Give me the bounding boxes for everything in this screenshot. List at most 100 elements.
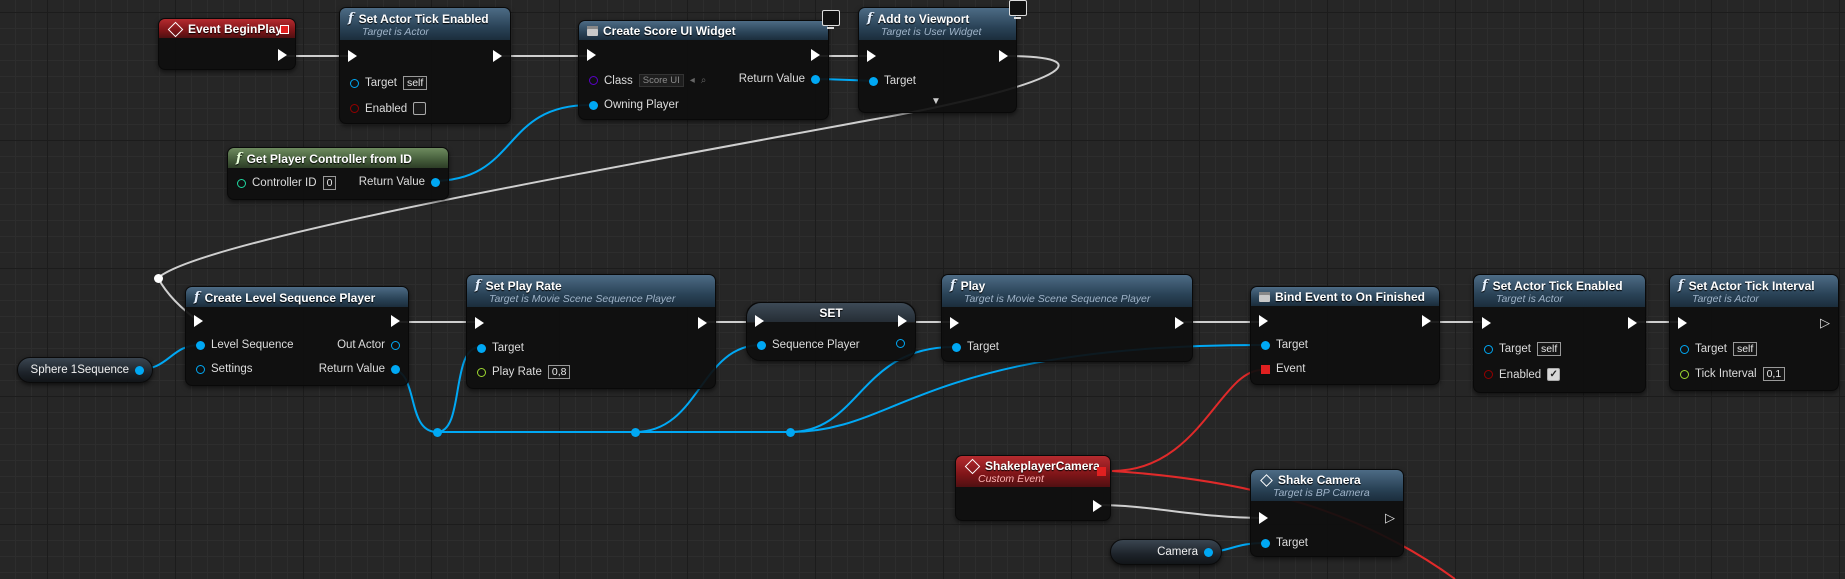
enabled-pin[interactable] — [350, 104, 359, 113]
target-pin[interactable] — [869, 76, 878, 86]
owning-player-pin[interactable] — [589, 100, 598, 110]
get-player-controller-node[interactable]: f Get Player Controller from ID Controlle… — [227, 147, 449, 200]
event-begin-play-node[interactable]: Event BeginPlay — [158, 18, 296, 70]
node-title: Create Level Sequence Player — [204, 290, 376, 305]
reroute-knot[interactable] — [631, 428, 640, 437]
exec-out-pin[interactable] — [1093, 500, 1102, 512]
variable-label: Camera — [1157, 546, 1198, 558]
exec-out-pin[interactable] — [278, 49, 287, 61]
target-value[interactable]: self — [1536, 342, 1562, 356]
shake-player-camera-event-node[interactable]: ShakeplayerCamera Custom Event — [955, 455, 1111, 521]
sequence-player-pin[interactable] — [757, 340, 766, 350]
exec-out-pin[interactable] — [698, 317, 707, 329]
add-to-viewport-node[interactable]: f Add to Viewport Target is User Widget T… — [858, 7, 1017, 113]
node-title: Create Score UI Widget — [603, 24, 736, 38]
class-dropdown[interactable]: Score UI — [638, 74, 684, 87]
set-actor-tick-interval-node[interactable]: f Set Actor Tick Interval Target is Actor… — [1669, 274, 1839, 391]
event-delegate-pin[interactable] — [1261, 364, 1270, 374]
exec-in-pin[interactable] — [1259, 315, 1268, 327]
settings-pin[interactable] — [196, 364, 205, 374]
reroute-knot[interactable] — [154, 274, 163, 283]
controller-id-value[interactable]: 0 — [322, 176, 337, 190]
exec-in-pin[interactable] — [867, 50, 876, 62]
play-rate-value[interactable]: 0,8 — [547, 365, 571, 379]
browse-search-icon[interactable]: ⌕ — [701, 75, 707, 86]
bind-event-on-finished-node[interactable]: Bind Event to On Finished Target Event — [1250, 286, 1440, 385]
use-selected-arrow-icon[interactable]: ◂ — [690, 75, 695, 86]
exec-in-pin[interactable] — [587, 49, 596, 61]
play-rate-pin[interactable] — [477, 367, 486, 377]
target-value[interactable]: self — [1732, 342, 1758, 356]
exec-in-pin[interactable] — [1678, 317, 1687, 329]
exec-in-pin[interactable] — [1482, 317, 1491, 329]
exec-out-pin[interactable]: ▷ — [1385, 510, 1395, 526]
exec-out-pin[interactable] — [1422, 315, 1431, 327]
exec-in-pin[interactable] — [194, 315, 203, 327]
sequence-player-out-pin[interactable] — [896, 339, 905, 348]
exec-out-pin[interactable] — [1175, 317, 1184, 329]
target-pin[interactable] — [350, 78, 359, 88]
target-pin[interactable] — [952, 342, 961, 352]
out-actor-pin[interactable] — [391, 340, 400, 350]
set-actor-tick-enabled-node[interactable]: f Set Actor Tick Enabled Target is Actor … — [1473, 274, 1646, 393]
enabled-pin[interactable] — [1484, 370, 1493, 379]
set-variable-node[interactable]: SET Sequence Player — [746, 302, 916, 361]
set-play-rate-node[interactable]: f Set Play Rate Target is Movie Scene Seq… — [466, 274, 716, 389]
shake-camera-node[interactable]: Shake Camera Target is BP Camera ▷ Targe… — [1250, 469, 1404, 557]
tick-interval-pin[interactable] — [1680, 369, 1689, 379]
return-value-pin[interactable] — [431, 177, 440, 187]
level-sequence-pin[interactable] — [196, 340, 205, 350]
exec-in-pin[interactable] — [950, 317, 959, 329]
exec-out-pin[interactable] — [493, 50, 502, 62]
tick-interval-value[interactable]: 0,1 — [1762, 367, 1786, 381]
class-pin[interactable] — [589, 76, 598, 85]
target-label: Target — [1276, 537, 1308, 549]
target-label: Target — [884, 75, 916, 87]
target-pin[interactable] — [1484, 344, 1493, 354]
enabled-checkbox[interactable] — [1547, 368, 1561, 381]
set-actor-tick-enabled-node[interactable]: f Set Actor Tick Enabled Target is Actor … — [339, 7, 511, 124]
node-title: Set Actor Tick Enabled — [358, 11, 489, 26]
reroute-knot[interactable] — [786, 428, 795, 437]
target-pin[interactable] — [1261, 340, 1270, 350]
monitor-icon — [822, 10, 840, 29]
node-subtitle: Target is Movie Scene Sequence Player — [964, 293, 1151, 305]
function-f-icon: f — [1482, 278, 1488, 293]
exec-out-pin[interactable] — [999, 50, 1008, 62]
target-label: Target — [365, 77, 397, 89]
exec-out-pin[interactable] — [391, 315, 400, 327]
return-value-label: Return Value — [738, 73, 805, 85]
enabled-checkbox[interactable] — [413, 102, 427, 115]
exec-in-pin[interactable] — [475, 317, 484, 329]
return-value-pin[interactable] — [391, 364, 400, 374]
exec-in-pin[interactable] — [348, 50, 357, 62]
exec-in-pin[interactable] — [1259, 512, 1268, 524]
create-widget-node[interactable]: Create Score UI Widget Class Score UI ◂ ⌕ R… — [578, 20, 829, 120]
exec-out-pin[interactable] — [811, 49, 820, 61]
delegate-output-pin[interactable] — [280, 25, 289, 34]
variable-output-pin[interactable] — [1204, 547, 1213, 557]
target-pin[interactable] — [477, 343, 486, 353]
target-pin[interactable] — [1680, 344, 1689, 354]
sphere-sequence-variable-node[interactable]: Sphere 1Sequence — [17, 357, 153, 383]
event-diamond-icon — [964, 458, 981, 474]
reroute-knot[interactable] — [433, 428, 442, 437]
target-label: Target — [1695, 343, 1727, 355]
variable-output-pin[interactable] — [135, 365, 144, 375]
exec-in-pin[interactable] — [755, 315, 764, 327]
play-node[interactable]: f Play Target is Movie Scene Sequence Pla… — [941, 274, 1193, 362]
camera-variable-node[interactable]: Camera — [1110, 539, 1222, 565]
node-header: f Set Actor Tick Interval Target is Actor — [1670, 275, 1838, 307]
exec-out-pin[interactable] — [1628, 317, 1637, 329]
target-pin[interactable] — [1261, 538, 1270, 548]
return-value-pin[interactable] — [811, 74, 820, 84]
node-title: Set Actor Tick Interval — [1688, 278, 1815, 293]
exec-out-pin[interactable] — [898, 315, 907, 327]
delegate-output-pin[interactable] — [1097, 467, 1106, 476]
node-title: Play — [960, 278, 986, 293]
blueprint-graph[interactable]: Event BeginPlay f Set Actor Tick Enabled … — [0, 0, 1845, 579]
create-level-sequence-player-node[interactable]: f Create Level Sequence Player Level Sequ… — [185, 286, 409, 386]
target-value[interactable]: self — [402, 76, 428, 90]
controller-id-pin[interactable] — [237, 178, 246, 188]
advanced-display-chevron-icon[interactable]: ▼ — [931, 96, 941, 107]
